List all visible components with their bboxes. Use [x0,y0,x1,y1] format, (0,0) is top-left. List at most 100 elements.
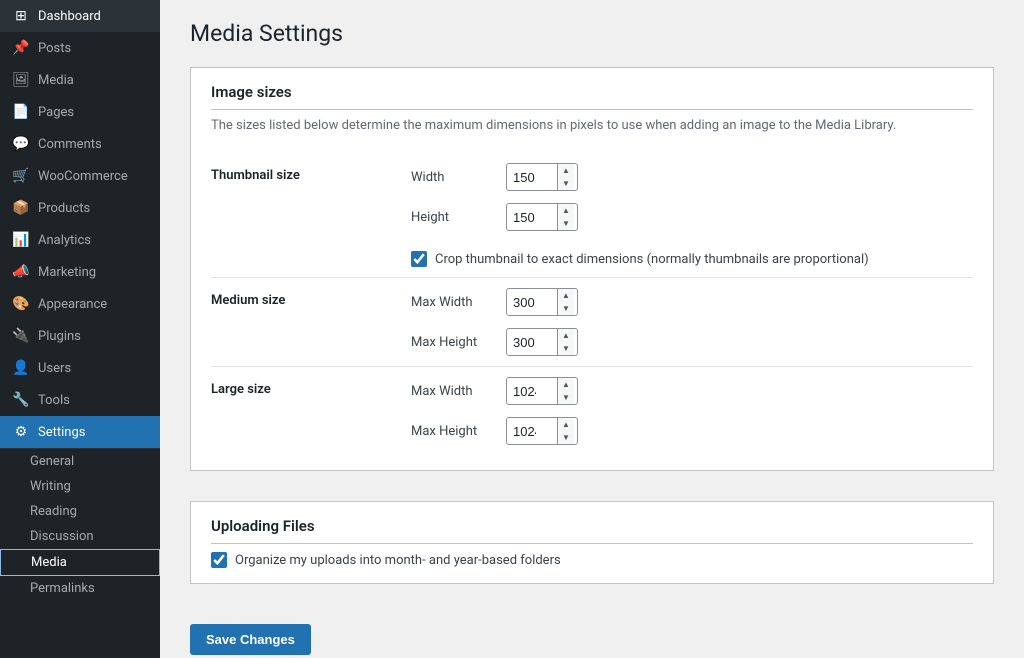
sidebar-item-marketing[interactable]: 📣 Marketing [0,256,160,288]
sidebar-item-products[interactable]: 📦 Products [0,192,160,224]
submenu-item-permalinks[interactable]: Permalinks [0,576,160,601]
submenu-item-general[interactable]: General [0,449,160,474]
sidebar-item-label: Pages [38,105,74,120]
thumbnail-height-row: Height ▲ ▼ [411,203,973,231]
large-width-input[interactable] [507,380,557,403]
large-width-up[interactable]: ▲ [558,378,574,391]
page-title: Media Settings [190,20,994,47]
woocommerce-icon: 🛒 [12,168,30,184]
uploading-checkbox-row: Organize my uploads into month- and year… [211,552,973,568]
large-height-row: Max Height ▲ ▼ [411,417,973,445]
medium-fields: Max Width ▲ ▼ Max Heigh [411,288,973,356]
sidebar-item-tools[interactable]: 🔧Tools [0,384,160,416]
large-label: Large size [211,367,411,456]
crop-checkbox-row: Crop thumbnail to exact dimensions (norm… [411,251,973,267]
large-row: Large size Max Width ▲ ▼ [211,367,973,456]
medium-max-width-label: Max Width [411,295,491,310]
media-icon: 🖼 [12,72,30,88]
sidebar-item-label: Dashboard [38,9,101,24]
sidebar-item-appearance[interactable]: 🎨 Appearance [0,288,160,320]
sidebar-item-label: Comments [38,137,102,152]
crop-checkbox[interactable] [411,251,427,267]
sidebar-item-label: Marketing [38,265,96,280]
users-icon: 👤 [12,360,30,376]
appearance-icon: 🎨 [12,296,30,312]
submenu-item-media-settings[interactable]: Media [0,549,160,576]
sidebar-item-label: Appearance [38,297,107,312]
products-icon: 📦 [12,200,30,216]
sidebar-item-posts[interactable]: 📌Posts [0,32,160,64]
image-sizes-description: The sizes listed below determine the max… [211,118,973,133]
large-max-height-label: Max Height [411,424,491,439]
sidebar: ⊞ Dashboard 📌Posts 🖼 Media 📄 Pages 💬Comments 🛒 Wo… [0,0,160,658]
sidebar-item-plugins[interactable]: 🔌Plugins [0,320,160,352]
thumbnail-width-down[interactable]: ▼ [558,177,574,190]
submenu-item-writing[interactable]: Writing [0,474,160,499]
image-sizes-section: Image sizes The sizes listed below deter… [190,67,994,471]
sidebar-item-label: WooCommerce [38,169,128,184]
thumbnail-width-up[interactable]: ▲ [558,164,574,177]
medium-label: Medium size [211,278,411,367]
thumbnail-height-input[interactable] [507,206,557,229]
thumbnail-height-up[interactable]: ▲ [558,204,574,217]
uploading-label[interactable]: Organize my uploads into month- and year… [235,553,561,568]
uploading-section: Uploading Files Organize my uploads into… [190,501,994,584]
medium-height-row: Max Height ▲ ▼ [411,328,973,356]
sidebar-item-settings[interactable]: ⚙ Settings [0,416,160,448]
dashboard-icon: ⊞ [12,8,30,24]
large-height-input[interactable] [507,420,557,443]
submenu-item-discussion[interactable]: Discussion [0,524,160,549]
submenu-item-reading[interactable]: Reading [0,499,160,524]
sidebar-item-users[interactable]: 👤 Users [0,352,160,384]
settings-icon: ⚙ [12,424,30,440]
medium-height-down[interactable]: ▼ [558,342,574,355]
tools-icon: 🔧 [12,392,30,408]
thumbnail-fields: Width ▲ ▼ Height [411,163,973,267]
crop-label[interactable]: Crop thumbnail to exact dimensions (norm… [435,252,869,267]
large-width-input-wrapper: ▲ ▼ [506,377,578,405]
large-width-down[interactable]: ▼ [558,391,574,404]
posts-icon: 📌 [12,40,30,56]
sidebar-item-dashboard[interactable]: ⊞ Dashboard [0,0,160,32]
upload-checkbox[interactable] [211,552,227,568]
sidebar-item-analytics[interactable]: 📊Analytics [0,224,160,256]
medium-max-height-label: Max Height [411,335,491,350]
medium-width-up[interactable]: ▲ [558,289,574,302]
thumbnail-width-label: Width [411,170,491,185]
sidebar-item-label: Users [38,361,71,376]
thumbnail-width-input-wrapper: ▲ ▼ [506,163,578,191]
thumbnail-height-down[interactable]: ▼ [558,217,574,230]
medium-width-input[interactable] [507,291,557,314]
thumbnail-label: Thumbnail size [211,153,411,278]
medium-height-up[interactable]: ▲ [558,329,574,342]
sidebar-item-label: Settings [38,425,85,440]
sidebar-item-label: Media [38,73,74,88]
thumbnail-height-label: Height [411,210,491,225]
sidebar-item-label: Products [38,201,90,216]
main-content: Media Settings Image sizes The sizes lis… [160,0,1024,658]
sidebar-item-woocommerce[interactable]: 🛒 WooCommerce [0,160,160,192]
medium-height-input-wrapper: ▲ ▼ [506,328,578,356]
pages-icon: 📄 [12,104,30,120]
large-height-down[interactable]: ▼ [558,431,574,444]
medium-width-input-wrapper: ▲ ▼ [506,288,578,316]
image-sizes-heading: Image sizes [211,83,973,110]
marketing-icon: 📣 [12,264,30,280]
medium-height-input[interactable] [507,331,557,354]
sidebar-item-comments[interactable]: 💬Comments [0,128,160,160]
large-fields: Max Width ▲ ▼ Max Heigh [411,377,973,445]
sidebar-item-media[interactable]: 🖼 Media [0,64,160,96]
medium-width-row: Max Width ▲ ▼ [411,288,973,316]
sidebar-item-label: Analytics [38,233,91,248]
large-max-width-label: Max Width [411,384,491,399]
medium-row: Medium size Max Width ▲ ▼ [211,278,973,367]
save-button[interactable]: Save Changes [190,624,311,655]
thumbnail-width-input[interactable] [507,166,557,189]
thumbnail-row: Thumbnail size Width ▲ ▼ [211,153,973,278]
settings-table: Thumbnail size Width ▲ ▼ [211,153,973,455]
medium-width-down[interactable]: ▼ [558,302,574,315]
large-height-up[interactable]: ▲ [558,418,574,431]
sidebar-item-label: Plugins [38,329,81,344]
thumbnail-height-input-wrapper: ▲ ▼ [506,203,578,231]
sidebar-item-pages[interactable]: 📄 Pages [0,96,160,128]
